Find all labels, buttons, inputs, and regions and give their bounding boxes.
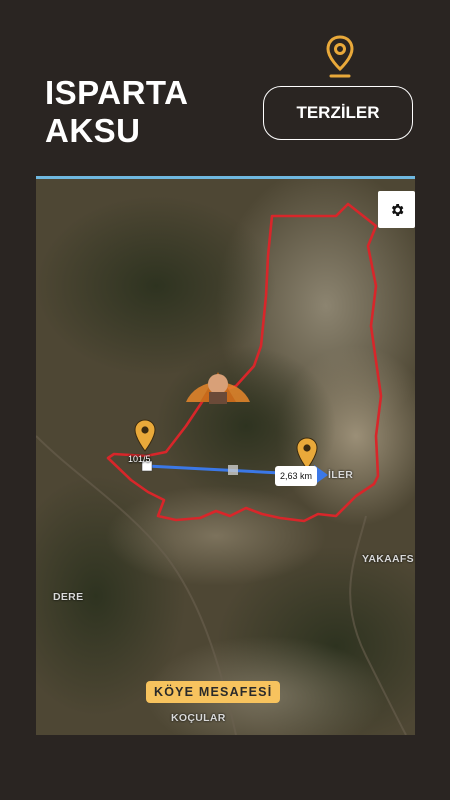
map-top-bar: [36, 176, 415, 179]
kocular-map-label: KOÇULAR: [171, 712, 226, 724]
distance-label: 2,63 km: [275, 466, 318, 486]
yakaafs-map-label: YAKAAFS: [362, 553, 414, 565]
gear-icon: [391, 203, 403, 216]
map-view[interactable]: 101/5 2,63 km İLER YAKAAFS DERE KOÇULAR …: [36, 176, 415, 735]
village-button[interactable]: TERZİLER: [263, 86, 413, 140]
village-distance-badge: KÖYE MESAFESİ: [146, 681, 281, 703]
village-map-label: İLER: [328, 469, 354, 481]
map-settings-button[interactable]: [378, 191, 415, 228]
map-pin-icon: [326, 35, 354, 79]
satellite-terrain: [36, 176, 415, 735]
province-name: ISPARTA: [45, 74, 189, 111]
district-name: AKSU: [45, 112, 141, 149]
location-title: ISPARTA AKSU: [45, 74, 188, 150]
map-marker-icon[interactable]: [134, 419, 156, 453]
start-point-label: 101/5: [128, 454, 151, 464]
dere-map-label: DERE: [53, 591, 84, 603]
